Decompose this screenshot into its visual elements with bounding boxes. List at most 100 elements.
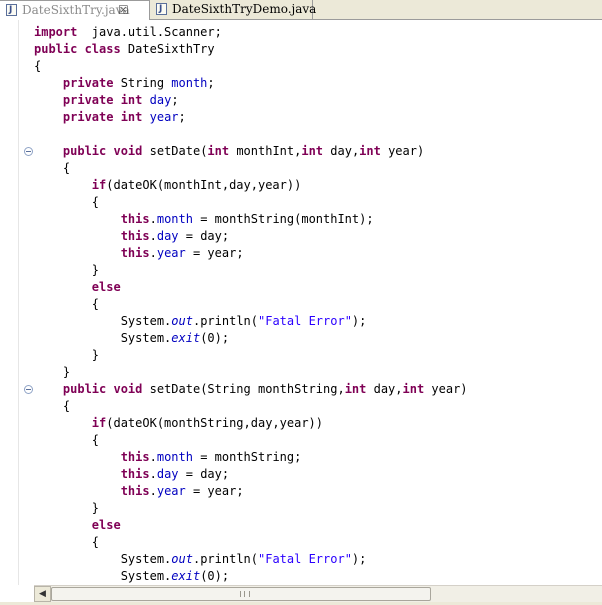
code-token: } [34,348,100,362]
code-line[interactable]: this.year = year; [34,245,468,262]
code-token: int [359,144,381,158]
code-token: DateSixthTry [120,42,215,56]
code-token: (dateOK(monthString,day,year)) [106,416,323,430]
code-line[interactable]: private String month; [34,75,468,92]
collapse-icon[interactable] [24,147,33,156]
horizontal-scrollbar[interactable]: ◀ [34,585,602,602]
editor-tab-bar: DateSixthTry.java ☒ DateSixthTryDemo.jav… [0,0,602,20]
code-line[interactable]: public class DateSixthTry [34,41,468,58]
code-line[interactable]: import java.util.Scanner; [34,24,468,41]
code-line[interactable]: this.day = day; [34,466,468,483]
code-token: (dateOK(monthInt,day,year)) [106,178,302,192]
code-line[interactable]: { [34,160,468,177]
close-icon[interactable]: ☒ [118,1,129,20]
code-token: year [156,484,186,498]
code-token: private int [62,93,143,107]
code-line[interactable]: if(dateOK(monthString,day,year)) [34,415,468,432]
code-token: month [156,212,193,226]
code-token: out [171,314,193,328]
code-token: public void [62,144,143,158]
code-token: System. [34,569,172,583]
code-token: this [120,212,150,226]
code-line[interactable]: } [34,364,468,381]
code-token: month [156,450,193,464]
code-editor[interactable]: import java.util.Scanner; public class Da… [0,20,602,585]
code-token: = monthString; [192,450,302,464]
code-line[interactable]: public void setDate(String monthString,i… [34,381,468,398]
code-line[interactable]: public void setDate(int monthInt,int day… [34,143,468,160]
code-token: { [34,535,100,549]
code-line[interactable]: if(dateOK(monthInt,day,year)) [34,177,468,194]
code-line[interactable]: { [34,194,468,211]
code-line[interactable]: } [34,262,468,279]
code-line[interactable]: private int day; [34,92,468,109]
code-token: ; [207,76,215,90]
code-line[interactable]: this.month = monthString(monthInt); [34,211,468,228]
code-token: . [149,467,157,481]
code-token: .println( [192,314,258,328]
code-token: . [149,229,157,243]
code-token: int [344,382,367,396]
code-line[interactable]: { [34,534,468,551]
code-line[interactable]: } [34,500,468,517]
code-token: year [149,110,179,124]
code-token: "Fatal Error" [258,314,352,328]
collapse-icon[interactable] [24,385,33,394]
code-line[interactable]: System.out.println("Fatal Error"); [34,551,468,568]
code-token: { [34,399,71,413]
code-token: = day; [178,467,230,481]
code-line[interactable]: { [34,58,468,75]
code-line[interactable]: { [34,398,468,415]
chevron-left-icon: ◀ [39,589,46,599]
code-token: setDate(String monthString, [142,382,345,396]
code-line[interactable]: } [34,347,468,364]
code-token: day, [323,144,360,158]
code-token: = year; [185,484,244,498]
tab-datesixthtrydemo[interactable]: DateSixthTryDemo.java [150,0,316,19]
code-line[interactable]: System.exit(0); [34,330,468,347]
code-line[interactable]: this.month = monthString; [34,449,468,466]
code-token: . [149,246,157,260]
code-text[interactable]: import java.util.Scanner; public class Da… [34,24,468,585]
code-token: this [120,484,150,498]
java-file-icon [6,1,17,20]
code-token: { [34,59,42,73]
code-line[interactable]: { [34,296,468,313]
code-token: else [91,280,121,294]
code-line[interactable]: else [34,279,468,296]
java-file-icon [156,0,167,19]
editor-gutter [0,20,19,585]
scrollbar-thumb[interactable] [51,587,431,601]
tab-datesixthtry[interactable]: DateSixthTry.java ☒ [0,0,150,20]
code-line[interactable]: this.year = year; [34,483,468,500]
code-line[interactable]: this.day = day; [34,228,468,245]
code-line[interactable]: System.out.println("Fatal Error"); [34,313,468,330]
code-token: .println( [192,552,258,566]
code-line[interactable]: System.exit(0); [34,568,468,585]
code-token: . [149,484,157,498]
code-token: System. [34,552,172,566]
scroll-left-button[interactable]: ◀ [34,586,51,602]
code-token: } [34,263,100,277]
code-token: public void [62,382,143,396]
code-token: = monthString(monthInt); [192,212,374,226]
code-token: this [120,229,150,243]
code-line[interactable]: private int year; [34,109,468,126]
code-token: else [91,518,121,532]
code-line[interactable]: else [34,517,468,534]
tab-label: DateSixthTry.java [22,3,130,17]
code-line[interactable] [34,126,468,143]
code-line[interactable]: { [34,432,468,449]
code-token: day, [366,382,403,396]
code-token: import [34,25,78,39]
